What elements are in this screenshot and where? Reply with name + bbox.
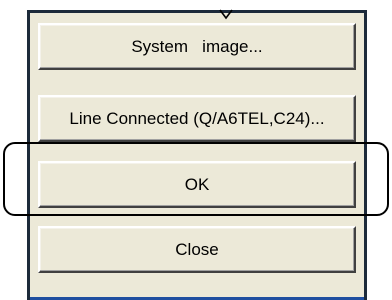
system-image-button[interactable]: System image...	[38, 23, 356, 70]
chevron-down-icon	[219, 9, 233, 20]
close-button[interactable]: Close	[38, 226, 356, 273]
screenshot-stage: System image... Line Connected (Q/A6TEL,…	[0, 0, 392, 300]
dialog-panel: System image... Line Connected (Q/A6TEL,…	[27, 9, 367, 300]
line-connected-button[interactable]: Line Connected (Q/A6TEL,C24)...	[38, 95, 356, 142]
ok-button[interactable]: OK	[38, 161, 356, 208]
